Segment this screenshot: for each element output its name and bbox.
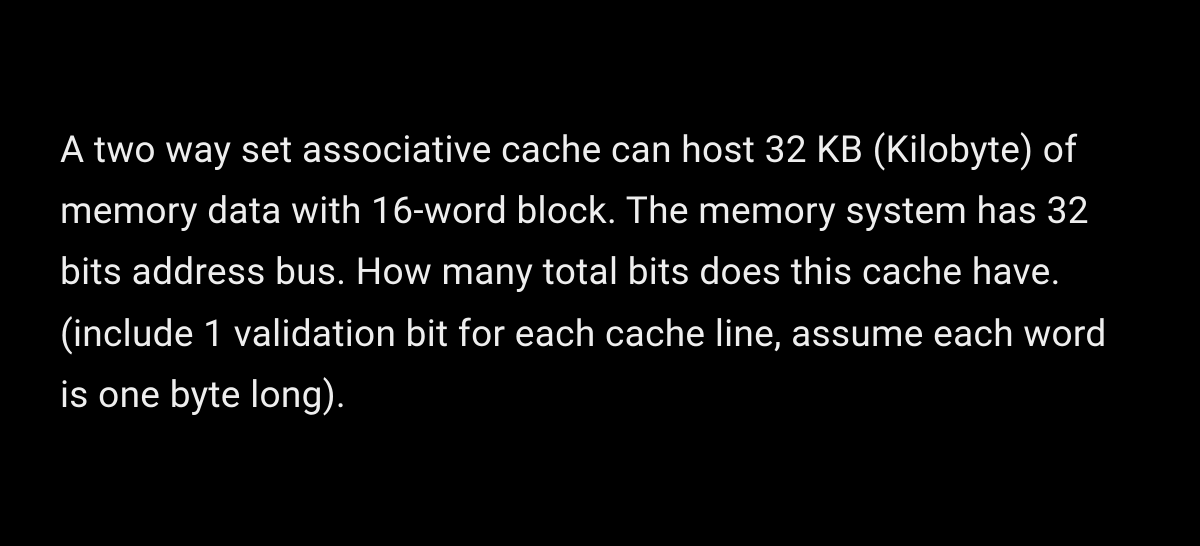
question-text: A two way set associative cache can host… (60, 120, 1140, 425)
